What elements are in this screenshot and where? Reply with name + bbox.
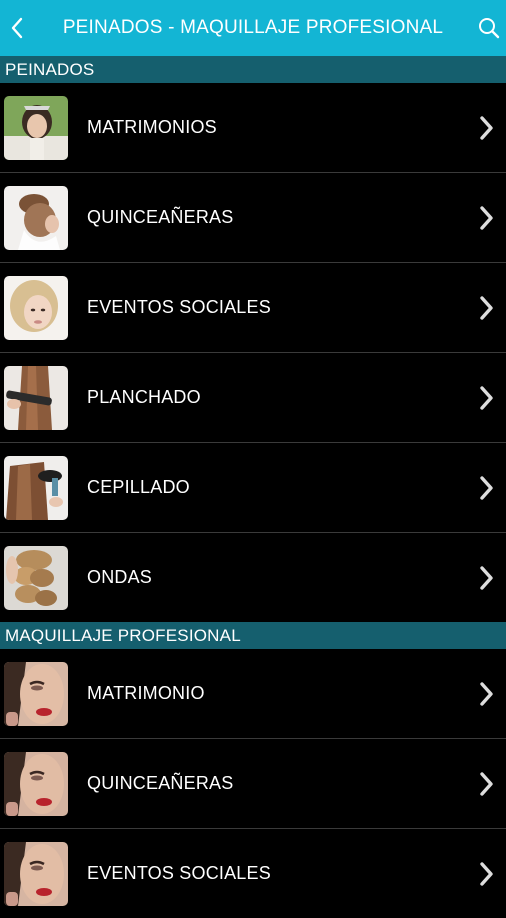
- list-item[interactable]: CEPILLADO: [0, 443, 506, 533]
- chevron-right-icon: [480, 681, 493, 706]
- list-item-label: ONDAS: [87, 567, 153, 587]
- list-item-label: CEPILLADO: [87, 477, 190, 497]
- thumbnail-bride-updo: [4, 95, 68, 160]
- section-header-peinados: PEINADOS: [0, 56, 506, 83]
- list-item-label: EVENTOS SOCIALES: [87, 297, 271, 317]
- chevron-right-icon: [480, 565, 493, 590]
- chevron-right-icon: [480, 475, 493, 500]
- thumbnail-makeup-bride: [4, 661, 68, 726]
- back-button[interactable]: [0, 0, 34, 56]
- list-item[interactable]: QUINCEAÑERAS: [0, 173, 506, 263]
- thumbnail-blonde-event: [4, 275, 68, 340]
- chevron-right-icon: [480, 295, 493, 320]
- page-title: PEINADOS - MAQUILLAJE PROFESIONAL: [62, 17, 444, 38]
- list-item[interactable]: PLANCHADO: [0, 353, 506, 443]
- list-item[interactable]: MATRIMONIO: [0, 649, 506, 739]
- thumbnail-makeup-quinceanera: [4, 751, 68, 816]
- chevron-right-icon: [480, 771, 493, 796]
- list-item[interactable]: MATRIMONIOS: [0, 83, 506, 173]
- list-item[interactable]: EVENTOS SOCIALES: [0, 829, 506, 918]
- list-item[interactable]: ONDAS: [0, 533, 506, 622]
- list-item-label: QUINCEAÑERAS: [87, 773, 234, 793]
- list-item[interactable]: QUINCEAÑERAS: [0, 739, 506, 829]
- list-item-label: MATRIMONIO: [87, 683, 205, 703]
- chevron-right-icon: [480, 205, 493, 230]
- list-item-label: PLANCHADO: [87, 387, 201, 407]
- category-list: PEINADOS MATRIMONIOS QUINCEAÑERAS EVENTO…: [0, 56, 506, 918]
- chevron-right-icon: [480, 115, 493, 140]
- section-header-maquillaje: MAQUILLAJE PROFESIONAL: [0, 622, 506, 649]
- thumbnail-straightener: [4, 365, 68, 430]
- list-item-label: QUINCEAÑERAS: [87, 207, 234, 227]
- search-button[interactable]: [472, 0, 506, 56]
- thumbnail-makeup-event: [4, 841, 68, 906]
- thumbnail-blowdry: [4, 455, 68, 520]
- list-item-label: EVENTOS SOCIALES: [87, 863, 271, 883]
- list-item-label: MATRIMONIOS: [87, 117, 217, 137]
- chevron-right-icon: [480, 861, 493, 886]
- thumbnail-quinceanera-updo: [4, 185, 68, 250]
- chevron-right-icon: [480, 385, 493, 410]
- search-icon: [479, 18, 500, 39]
- chevron-left-icon: [11, 17, 23, 39]
- thumbnail-waves: [4, 545, 68, 610]
- list-item[interactable]: EVENTOS SOCIALES: [0, 263, 506, 353]
- app-toolbar: PEINADOS - MAQUILLAJE PROFESIONAL: [0, 0, 506, 56]
